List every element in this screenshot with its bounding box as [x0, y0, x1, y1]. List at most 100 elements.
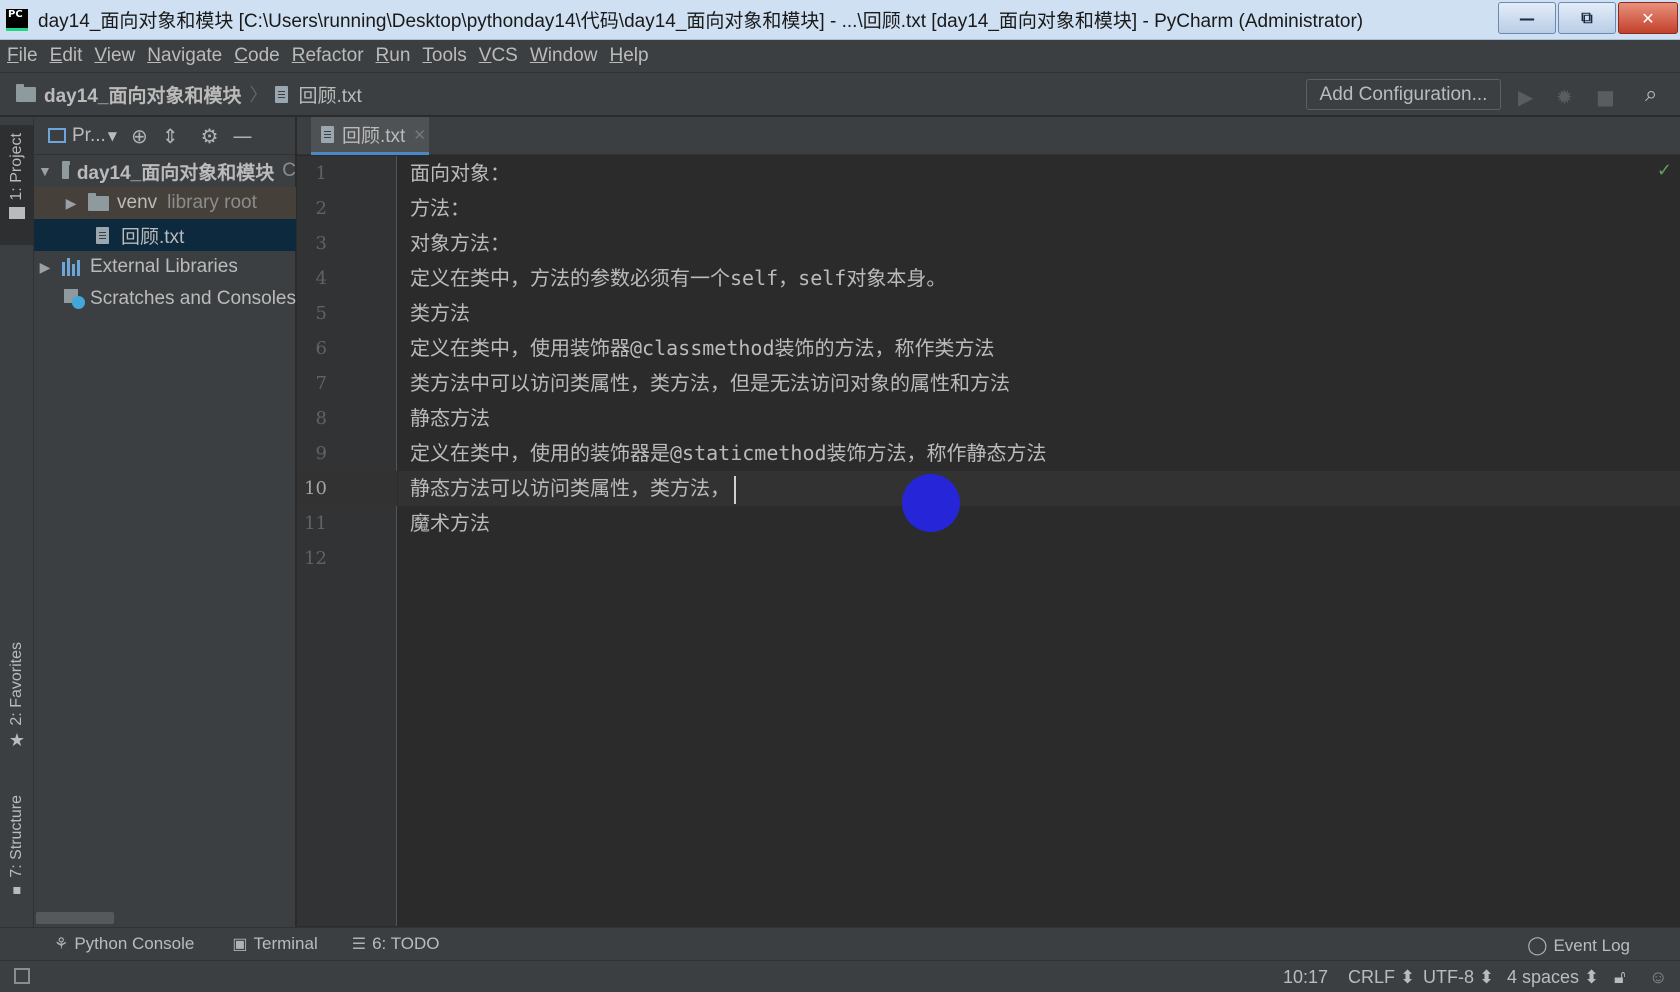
project-tool-label: 1: Project: [8, 133, 25, 201]
code-line-text: 静态方法可以访问类属性，类方法，: [410, 476, 730, 500]
minimize-button[interactable]: —: [1498, 2, 1556, 34]
text-file-icon: [96, 226, 109, 244]
todo-button[interactable]: ☰ 6: TODO: [352, 934, 440, 954]
tree-item-external-libraries[interactable]: ▶ External Libraries: [34, 251, 296, 283]
inspector-icon[interactable]: ☺: [1649, 967, 1667, 988]
debug-icon[interactable]: ✹: [1556, 85, 1573, 109]
project-tool-button[interactable]: 1: Project: [0, 125, 34, 245]
close-icon[interactable]: ✕: [413, 126, 426, 144]
menu-file[interactable]: File: [2, 45, 43, 67]
menu-tools[interactable]: Tools: [417, 45, 471, 67]
inspection-ok-icon[interactable]: ✓: [1657, 160, 1672, 181]
menu-help[interactable]: Help: [604, 45, 653, 67]
project-view-selector[interactable]: Pr...: [72, 125, 106, 147]
collapse-all-icon[interactable]: ⇕: [162, 124, 179, 148]
favorites-tool-button[interactable]: 2: Favorites ★: [0, 642, 34, 762]
toggle-tool-windows-icon[interactable]: [14, 968, 30, 984]
search-icon[interactable]: ⌕: [1645, 82, 1657, 107]
library-icon: [62, 258, 84, 276]
lock-icon[interactable]: 🔓︎: [1614, 967, 1626, 988]
status-bar: 10:17 CRLF ⬍ UTF-8 ⬍ 4 spaces ⬍ 🔓︎ ☺: [0, 960, 1680, 992]
text-file-icon: [321, 126, 334, 143]
line-number-gutter: 1 2 3 4 5 6 7 8 9 10 11 12: [297, 156, 397, 926]
tree-item-label: External Libraries: [90, 256, 238, 277]
caret-position[interactable]: 10:17: [1283, 967, 1328, 988]
text-file-icon: [275, 85, 289, 103]
tree-item-label: 回顾.txt: [121, 226, 185, 248]
tree-item-review-file[interactable]: 回顾.txt: [34, 219, 296, 251]
hide-icon[interactable]: —: [233, 124, 253, 148]
favorites-tool-label: 2: Favorites: [8, 642, 25, 726]
code-line[interactable]: 类方法: [410, 296, 470, 331]
folder-icon: [88, 192, 109, 211]
event-log-button[interactable]: ◯ Event Log: [1527, 935, 1630, 956]
project-panel-toolbar: Pr... ▼ ⊕ ⇕ ⚙ —: [34, 117, 295, 155]
menu-view[interactable]: View: [89, 45, 140, 67]
tree-item-project-root[interactable]: ▼ day14_面向对象和模块 C: [34, 155, 296, 187]
menu-bar: File Edit View Navigate Code Refactor Ru…: [0, 40, 1680, 72]
close-button[interactable]: ✕: [1618, 2, 1678, 34]
event-log-label: Event Log: [1553, 935, 1630, 955]
code-line[interactable]: 面向对象：: [410, 156, 510, 191]
menu-edit[interactable]: Edit: [45, 45, 88, 67]
add-configuration-button[interactable]: Add Configuration...: [1306, 79, 1501, 110]
code-line[interactable]: 定义在类中，使用装饰器@classmethod装饰的方法，称作类方法: [410, 331, 995, 366]
menu-code[interactable]: Code: [229, 45, 284, 67]
code-line[interactable]: 定义在类中，使用的装饰器是@staticmethod装饰方法，称作静态方法: [410, 436, 1047, 471]
code-line[interactable]: 定义在类中，方法的参数必须有一个self，self对象本身。: [410, 261, 946, 296]
tree-item-hint: C: [282, 160, 296, 181]
structure-tool-button[interactable]: 7: Structure ▪: [0, 795, 34, 915]
indent-selector[interactable]: 4 spaces ⬍: [1507, 967, 1599, 988]
expanded-arrow-icon[interactable]: ▼: [38, 163, 52, 179]
mouse-cursor-highlight: [902, 474, 960, 532]
breadcrumb-project[interactable]: day14_面向对象和模块: [44, 81, 241, 108]
line-number: 4: [315, 268, 327, 289]
menu-vcs[interactable]: VCS: [474, 45, 523, 67]
navigation-bar: day14_面向对象和模块 〉 回顾.txt Add Configuration…: [0, 72, 1680, 116]
menu-navigate[interactable]: Navigate: [142, 45, 227, 67]
code-line[interactable]: 类方法中可以访问类属性，类方法，但是无法访问对象的属性和方法: [410, 366, 1010, 401]
terminal-button[interactable]: ▣ Terminal: [232, 934, 317, 954]
project-view-icon: [48, 128, 66, 143]
collapsed-arrow-icon[interactable]: ▶: [64, 195, 78, 212]
tree-item-venv[interactable]: ▶ venv library root: [34, 187, 296, 219]
line-number: 2: [315, 198, 327, 219]
menu-run[interactable]: Run: [371, 45, 416, 67]
restore-button[interactable]: ⧉: [1558, 2, 1616, 34]
project-horizontal-scrollbar[interactable]: [36, 912, 114, 924]
code-line[interactable]: 方法：: [410, 191, 470, 226]
editor-tab-label: 回顾.txt: [342, 126, 406, 147]
tree-item-scratches[interactable]: Scratches and Consoles: [34, 283, 296, 315]
python-icon: ⚘: [54, 936, 69, 953]
encoding-selector[interactable]: UTF-8 ⬍: [1423, 967, 1494, 988]
tree-item-label: day14_面向对象和模块: [76, 162, 275, 184]
line-separator-selector[interactable]: CRLF ⬍: [1348, 967, 1415, 988]
terminal-icon: ▣: [232, 936, 248, 953]
menu-refactor[interactable]: Refactor: [287, 45, 369, 67]
text-caret: [734, 475, 736, 504]
collapsed-arrow-icon[interactable]: ▶: [38, 259, 52, 276]
editor-tab-review-txt[interactable]: 回顾.txt ✕: [311, 117, 429, 155]
code-line[interactable]: 静态方法: [410, 401, 490, 436]
line-number: 6: [315, 338, 327, 359]
line-number: 7: [315, 373, 327, 394]
locate-icon[interactable]: ⊕: [131, 124, 148, 148]
run-icon[interactable]: ▶: [1518, 85, 1533, 109]
code-line[interactable]: 对象方法：: [410, 226, 510, 261]
gear-icon[interactable]: ⚙: [201, 124, 219, 148]
todo-label: 6: TODO: [372, 934, 440, 953]
code-line[interactable]: 魔术方法: [410, 506, 490, 541]
pycharm-logo-icon: PC: [6, 8, 28, 31]
breadcrumb-separator: 〉: [249, 85, 268, 106]
python-console-button[interactable]: ⚘ Python Console: [54, 934, 194, 954]
list-icon: ☰: [351, 936, 367, 953]
python-console-label: Python Console: [74, 934, 195, 953]
menu-window[interactable]: Window: [525, 45, 603, 67]
chevron-down-icon[interactable]: ▼: [108, 129, 117, 143]
line-number-current: 10: [297, 471, 397, 506]
code-line-current[interactable]: 静态方法可以访问类属性，类方法，: [410, 471, 736, 506]
stop-icon[interactable]: ■: [1596, 85, 1615, 109]
text-editor[interactable]: 面向对象： 方法： 对象方法： 定义在类中，方法的参数必须有一个self，sel…: [398, 156, 1680, 926]
breadcrumb-file[interactable]: 回顾.txt: [298, 81, 361, 108]
line-number: 9: [315, 443, 327, 464]
